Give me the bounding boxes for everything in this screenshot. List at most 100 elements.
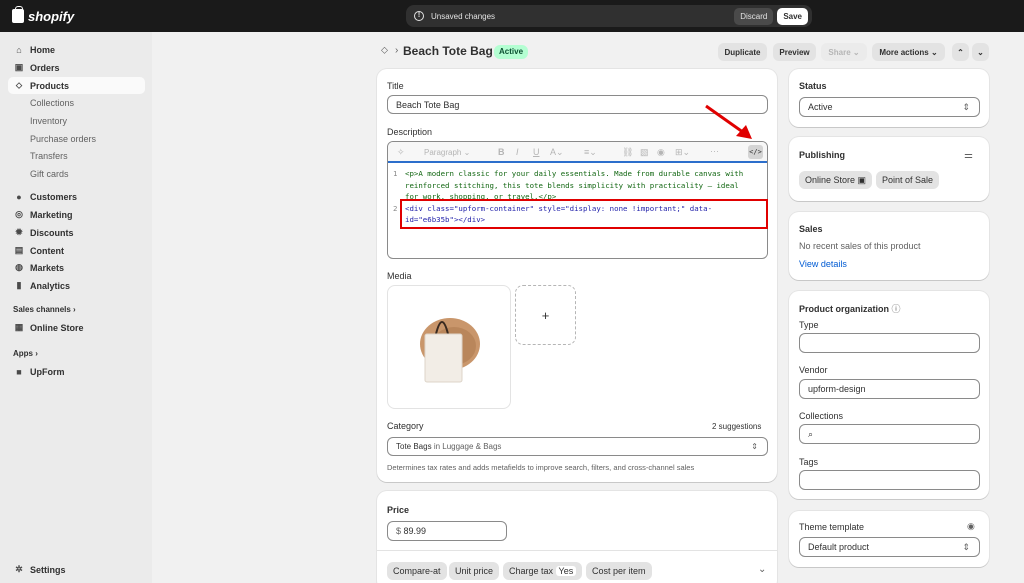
theme-template-select[interactable]: Default product ⇕: [799, 537, 980, 557]
online-store-label: Online Store: [805, 175, 856, 185]
charge-tax-label: Charge tax: [509, 566, 554, 576]
sidebar-item-upform[interactable]: ■ UpForm: [8, 363, 145, 380]
vendor-input[interactable]: upform-design: [799, 379, 980, 399]
sidebar-item-orders[interactable]: ▣ Orders: [8, 59, 145, 76]
more-actions-button[interactable]: More actions ⌄: [872, 43, 945, 61]
sidebar-item-content[interactable]: ▤ Content: [8, 242, 145, 259]
sidebar-item-inventory[interactable]: Inventory: [8, 112, 145, 129]
link-icon[interactable]: ⛓: [622, 147, 633, 158]
sidebar-item-discounts[interactable]: ✹ Discounts: [8, 224, 145, 241]
eye-icon[interactable]: ◉: [967, 521, 975, 532]
chevron-down-icon: ⌄: [930, 47, 938, 57]
image-icon[interactable]: ▧: [640, 147, 649, 158]
sidebar-item-markets[interactable]: ◍ Markets: [8, 259, 145, 276]
sidebar-item-label: Analytics: [30, 280, 71, 291]
globe-icon: ◍: [15, 262, 23, 272]
tag-icon: ⬦: [15, 80, 23, 90]
product-image[interactable]: [387, 285, 511, 409]
red-arrow-icon: [705, 104, 752, 139]
category-label: Category: [387, 421, 424, 431]
sidebar-item-customers[interactable]: ● Customers: [8, 188, 145, 205]
line-number: 1: [393, 169, 398, 178]
sidebar-item-transfers[interactable]: Transfers: [8, 147, 145, 164]
save-button[interactable]: Save: [777, 7, 808, 25]
more-options-icon[interactable]: ···: [710, 146, 719, 156]
sidebar-item-products[interactable]: ⬦ Products: [8, 77, 145, 94]
discard-button[interactable]: Discard: [734, 7, 774, 25]
previous-product-button[interactable]: ⌃: [952, 43, 969, 61]
tag-icon[interactable]: ⬦: [381, 45, 388, 56]
code-view-icon[interactable]: </>: [748, 145, 763, 159]
chevron-down-icon[interactable]: ⌄: [758, 564, 766, 575]
select-chevron-icon: ⇕: [962, 541, 970, 552]
sidebar-item-label: Orders: [30, 62, 60, 73]
point-of-sale-chip[interactable]: Point of Sale: [876, 171, 940, 189]
align-icon[interactable]: ≡⌄: [584, 147, 597, 158]
product-organization-title: Product organization: [799, 304, 889, 314]
sidebar-item-online-store[interactable]: ▦ Online Store: [8, 319, 145, 336]
title-label: Title: [387, 81, 404, 91]
share-button[interactable]: Share ⌄: [821, 43, 867, 61]
sidebar-item-label: Discounts: [30, 227, 74, 238]
chevron-right-icon: ›: [73, 305, 76, 314]
online-store-chip[interactable]: Online Store ▣: [799, 171, 873, 189]
category-suggestions[interactable]: 2 suggestions: [712, 422, 761, 431]
breadcrumb-separator-icon: ›: [395, 45, 399, 56]
collections-search-input[interactable]: ⌕: [799, 424, 980, 444]
price-input[interactable]: $ 89.99: [387, 521, 507, 541]
tags-input[interactable]: [799, 470, 980, 490]
bold-icon[interactable]: B: [498, 147, 505, 157]
underline-icon[interactable]: U: [533, 147, 540, 157]
sidebar-item-home[interactable]: ⌂ Home: [8, 41, 145, 58]
calendar-icon: ▣: [857, 174, 867, 185]
category-select[interactable]: Tote Bags in Luggage & Bags ⇕: [387, 437, 768, 456]
sales-label: Sales: [799, 224, 823, 234]
compare-at-chip[interactable]: Compare-at: [387, 562, 447, 580]
unsaved-changes-bar: ! Unsaved changes Discard Save: [406, 5, 812, 27]
next-product-button[interactable]: ⌄: [972, 43, 989, 61]
sidebar-item-gift-cards[interactable]: Gift cards: [8, 165, 145, 182]
charge-tax-value: Yes: [555, 566, 577, 576]
sidebar-item-analytics[interactable]: ▮ Analytics: [8, 277, 145, 294]
sidebar-item-label: Markets: [30, 262, 65, 273]
content-icon: ▤: [14, 245, 24, 255]
discount-icon: ✹: [15, 227, 23, 237]
sales-channels-heading[interactable]: Sales channels ›: [13, 305, 76, 314]
category-help-text: Determines tax rates and adds metafields…: [387, 463, 695, 472]
sidebar-item-label: UpForm: [30, 366, 65, 377]
unit-price-chip[interactable]: Unit price: [449, 562, 500, 580]
charge-tax-chip[interactable]: Charge tax Yes: [503, 562, 583, 580]
type-input[interactable]: [799, 333, 980, 353]
paragraph-select[interactable]: Paragraph ⌄: [424, 148, 470, 157]
magic-icon[interactable]: ✧: [397, 147, 405, 158]
info-icon[interactable]: ⓘ: [892, 304, 901, 314]
theme-template-label: Theme template: [799, 522, 865, 532]
text-color-icon[interactable]: A⌄: [550, 147, 564, 158]
table-icon[interactable]: ⊞⌄: [675, 147, 690, 158]
cost-per-item-chip[interactable]: Cost per item: [586, 562, 652, 580]
target-icon: ◎: [15, 209, 23, 219]
shopify-wordmark: shopify: [28, 8, 75, 24]
video-icon[interactable]: ◉: [657, 147, 665, 158]
plus-icon: +: [541, 307, 550, 323]
duplicate-button[interactable]: Duplicate: [718, 43, 767, 61]
shopify-logo[interactable]: shopify: [12, 6, 75, 24]
description-label: Description: [387, 127, 433, 137]
shopify-bag-icon: [12, 6, 24, 23]
gear-icon: ✲: [15, 564, 23, 574]
apps-heading[interactable]: Apps ›: [13, 349, 38, 358]
view-details-link[interactable]: View details: [799, 259, 847, 269]
line-number: 2: [393, 204, 398, 213]
status-select[interactable]: Active ⇕: [799, 97, 980, 117]
preview-button[interactable]: Preview: [773, 43, 816, 61]
sidebar-item-collections[interactable]: Collections: [8, 94, 145, 111]
sidebar-item-settings[interactable]: ✲ Settings: [8, 561, 145, 578]
sidebar-item-purchase-orders[interactable]: Purchase orders: [8, 130, 145, 147]
manage-channels-icon[interactable]: ⚌: [964, 150, 973, 161]
vendor-label: Vendor: [799, 365, 828, 375]
sidebar-item-marketing[interactable]: ◎ Marketing: [8, 206, 145, 223]
sidebar-item-label: Home: [30, 44, 56, 55]
add-media-button[interactable]: +: [515, 285, 576, 345]
status-badge: Active: [494, 45, 529, 59]
italic-icon[interactable]: I: [516, 147, 519, 157]
